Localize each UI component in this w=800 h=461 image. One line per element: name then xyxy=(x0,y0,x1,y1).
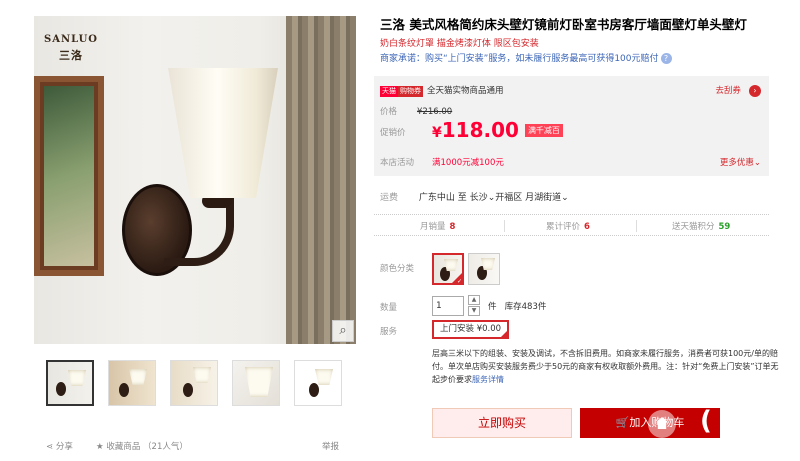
price-box: 天猫 购物券 全天猫实物商品通用 去刮券 › 价格 ¥216.00 促销价 ¥118.0… xyxy=(374,76,769,176)
buy-now-button[interactable]: 立即购买 xyxy=(432,408,572,438)
chevron-right-icon: › xyxy=(749,85,761,97)
thumbnail-4[interactable] xyxy=(232,360,280,406)
color-label: 颜色分类 xyxy=(380,264,415,274)
magnifier-icon[interactable]: ⌕ xyxy=(332,320,354,342)
thumbnail-1[interactable] xyxy=(46,360,94,406)
coupon-desc: 全天猫实物商品通用 xyxy=(427,86,504,96)
chevron-down-icon: ⌄ xyxy=(753,158,761,168)
thumbnail-strip xyxy=(46,360,342,406)
promo-price: ¥118.00 满千减百 xyxy=(432,118,563,142)
share-button[interactable]: ⋖ 分享 xyxy=(46,440,73,452)
promo-tag: 满千减百 xyxy=(524,124,563,137)
thumbnail-3[interactable] xyxy=(170,360,218,406)
thumbnail-2[interactable] xyxy=(108,360,156,406)
original-price-row: 价格 ¥216.00 xyxy=(380,105,452,117)
qty-increase-button[interactable]: ▲ xyxy=(468,295,480,305)
get-coupon-link[interactable]: 去刮券 › xyxy=(715,84,761,97)
service-option-install[interactable]: 上门安装 ¥0.00 xyxy=(432,320,510,339)
lamp-shade xyxy=(168,68,278,198)
main-product-image[interactable]: SANLUO 三洛 ⌕ xyxy=(34,16,356,344)
qty-label: 数量 xyxy=(380,303,398,313)
color-option-1[interactable]: ✓ xyxy=(432,253,464,285)
thumbnail-5[interactable] xyxy=(294,360,342,406)
coupon-badge: 购物券 xyxy=(398,86,423,97)
service-label: 服务 xyxy=(380,327,398,337)
dest-city-select[interactable]: 长沙⌄ xyxy=(470,193,496,203)
promo-label: 促销价 xyxy=(380,128,406,138)
brand-logo: SANLUO 三洛 xyxy=(40,34,102,63)
qty-unit-stock: 件 库存483件 xyxy=(488,302,547,312)
monthly-sales: 月销量 8 xyxy=(420,222,456,232)
activity-value: 满1000元减100元 xyxy=(432,158,504,168)
qty-decrease-button[interactable]: ▼ xyxy=(468,306,480,316)
service-detail-link[interactable]: 服务详情 xyxy=(472,375,504,384)
color-option-2[interactable] xyxy=(468,253,500,285)
help-icon[interactable]: ? xyxy=(660,53,672,64)
quantity-input[interactable]: 1 xyxy=(432,296,464,316)
curtain xyxy=(286,16,356,344)
share-row: ⋖ 分享 ★ 收藏商品 （21人气） 举报 xyxy=(46,440,342,454)
product-title: 三洛 美式风格简约床头壁灯镜前灯卧室书房客厅墙面壁灯单头壁灯 xyxy=(380,17,747,32)
tmall-badge: 天猫 xyxy=(380,86,398,97)
price-label: 价格 xyxy=(380,107,398,117)
merchant-promise: 商家承诺：购买“上门安装”服务，如未履行服务最高可获得100元赔付? xyxy=(380,51,672,64)
service-description: 层高三米以下的组装、安装及调试，不含拆旧费用。如商家未履行服务，消费者可获100… xyxy=(432,349,779,384)
shipping-row: 运费 广东中山 至 长沙⌄开福区 月湖街道⌄ xyxy=(380,193,569,203)
report-link[interactable]: 举报 xyxy=(322,440,339,452)
more-offers-link[interactable]: 更多优惠⌄ xyxy=(720,156,761,168)
wall-picture-frame xyxy=(34,76,104,276)
activity-row: 本店活动 满1000元减100元 xyxy=(380,158,504,168)
stats-bar: 月销量 8 累计评价 6 送天猫积分 59 xyxy=(374,214,769,236)
brand-logo-cn: 三洛 xyxy=(59,49,83,62)
tmall-points: 送天猫积分 59 xyxy=(672,222,731,232)
brand-logo-text: SANLUO xyxy=(43,34,99,45)
coupon-row: 天猫 购物券 全天猫实物商品通用 xyxy=(380,84,504,97)
original-price: ¥216.00 xyxy=(417,107,453,117)
favorite-button[interactable]: ★ 收藏商品 （21人气） xyxy=(96,440,188,452)
dest-district-select[interactable]: 开福区 xyxy=(495,193,522,203)
home-icon[interactable] xyxy=(648,410,676,438)
review-count[interactable]: 累计评价 6 xyxy=(546,220,590,232)
dest-street-select[interactable]: 月湖街道⌄ xyxy=(525,193,569,203)
partial-overlay-icon: ( xyxy=(700,406,712,436)
product-subtitle: 奶白条纹灯罩 描金烤漆灯体 限区包安装 xyxy=(380,39,539,49)
